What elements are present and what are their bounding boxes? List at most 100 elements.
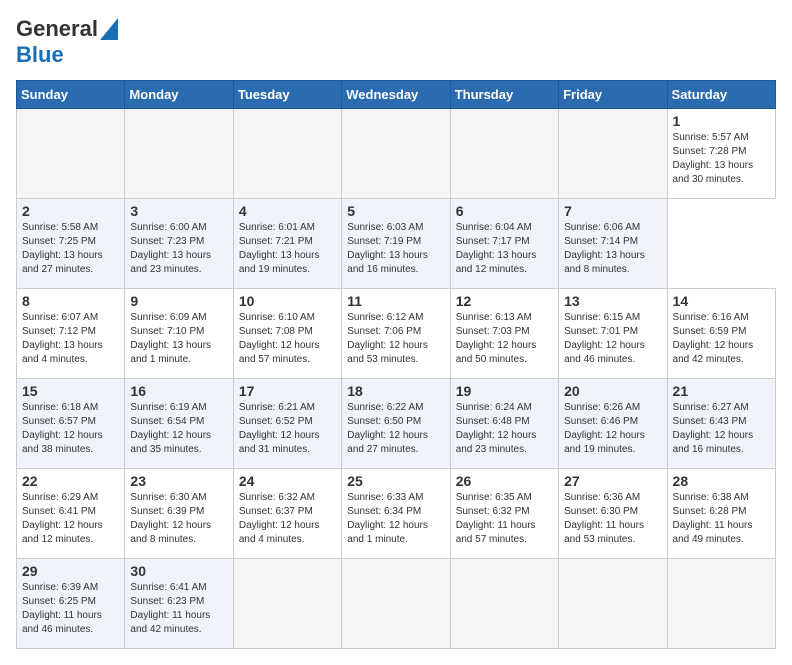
day-cell-21: 21Sunrise: 6:27 AMSunset: 6:43 PMDayligh…: [667, 379, 775, 469]
day-cell-3: 3 Sunrise: 6:00 AMSunset: 7:23 PMDaylight…: [125, 199, 233, 289]
calendar-week-1: 1 Sunrise: 5:57 AMSunset: 7:28 PMDaylight…: [17, 109, 776, 199]
day-info: Sunrise: 6:00 AMSunset: 7:23 PMDaylight:…: [130, 221, 227, 277]
header-friday: Friday: [559, 81, 667, 109]
empty-cell: [667, 559, 775, 649]
header-sunday: Sunday: [17, 81, 125, 109]
day-number: 12: [456, 293, 553, 309]
day-info: Sunrise: 6:18 AMSunset: 6:57 PMDaylight:…: [22, 401, 119, 457]
day-number: 14: [673, 293, 770, 309]
header-monday: Monday: [125, 81, 233, 109]
day-info: Sunrise: 6:35 AMSunset: 6:32 PMDaylight:…: [456, 491, 553, 547]
day-info: Sunrise: 5:57 AMSunset: 7:28 PMDaylight:…: [673, 131, 770, 187]
empty-cell: [559, 109, 667, 199]
day-number: 2: [22, 203, 119, 219]
empty-cell: [342, 109, 450, 199]
day-number: 27: [564, 473, 661, 489]
empty-cell: [559, 559, 667, 649]
day-number: 1: [673, 113, 770, 129]
day-number: 18: [347, 383, 444, 399]
empty-cell: [17, 109, 125, 199]
day-info: Sunrise: 6:03 AMSunset: 7:19 PMDaylight:…: [347, 221, 444, 277]
day-cell-25: 25 Sunrise: 6:33 AMSunset: 6:34 PMDayligh…: [342, 469, 450, 559]
calendar-week-3: 8Sunrise: 6:07 AMSunset: 7:12 PMDaylight…: [17, 289, 776, 379]
day-number: 13: [564, 293, 661, 309]
empty-cell: [450, 559, 558, 649]
day-number: 10: [239, 293, 336, 309]
calendar-table: SundayMondayTuesdayWednesdayThursdayFrid…: [16, 80, 776, 649]
day-info: Sunrise: 6:22 AMSunset: 6:50 PMDaylight:…: [347, 401, 444, 457]
day-info: Sunrise: 6:09 AMSunset: 7:10 PMDaylight:…: [130, 311, 227, 367]
day-cell-6: 6Sunrise: 6:04 AMSunset: 7:17 PMDaylight…: [450, 199, 558, 289]
day-number: 24: [239, 473, 336, 489]
logo-triangle-icon: [100, 18, 118, 40]
empty-cell: [233, 559, 341, 649]
day-info: Sunrise: 6:32 AMSunset: 6:37 PMDaylight:…: [239, 491, 336, 547]
day-cell-27: 27Sunrise: 6:36 AMSunset: 6:30 PMDayligh…: [559, 469, 667, 559]
day-info: Sunrise: 6:15 AMSunset: 7:01 PMDaylight:…: [564, 311, 661, 367]
day-cell-9: 9Sunrise: 6:09 AMSunset: 7:10 PMDaylight…: [125, 289, 233, 379]
day-info: Sunrise: 6:01 AMSunset: 7:21 PMDaylight:…: [239, 221, 336, 277]
day-cell-7: 7Sunrise: 6:06 AMSunset: 7:14 PMDaylight…: [559, 199, 667, 289]
day-info: Sunrise: 6:13 AMSunset: 7:03 PMDaylight:…: [456, 311, 553, 367]
day-info: Sunrise: 6:16 AMSunset: 6:59 PMDaylight:…: [673, 311, 770, 367]
header-saturday: Saturday: [667, 81, 775, 109]
calendar-week-2: 2 Sunrise: 5:58 AMSunset: 7:25 PMDaylight…: [17, 199, 776, 289]
day-cell-5: 5 Sunrise: 6:03 AMSunset: 7:19 PMDaylight…: [342, 199, 450, 289]
day-info: Sunrise: 6:19 AMSunset: 6:54 PMDaylight:…: [130, 401, 227, 457]
logo-blue: Blue: [16, 42, 64, 68]
day-number: 25: [347, 473, 444, 489]
day-info: Sunrise: 6:29 AMSunset: 6:41 PMDaylight:…: [22, 491, 119, 547]
day-number: 17: [239, 383, 336, 399]
day-info: Sunrise: 6:10 AMSunset: 7:08 PMDaylight:…: [239, 311, 336, 367]
day-number: 22: [22, 473, 119, 489]
day-cell-28: 28Sunrise: 6:38 AMSunset: 6:28 PMDayligh…: [667, 469, 775, 559]
header-wednesday: Wednesday: [342, 81, 450, 109]
day-info: Sunrise: 6:41 AMSunset: 6:23 PMDaylight:…: [130, 581, 227, 637]
day-cell-1: 1 Sunrise: 5:57 AMSunset: 7:28 PMDaylight…: [667, 109, 775, 199]
header-thursday: Thursday: [450, 81, 558, 109]
day-number: 26: [456, 473, 553, 489]
day-cell-14: 14 Sunrise: 6:16 AMSunset: 6:59 PMDayligh…: [667, 289, 775, 379]
day-cell-29: 29 Sunrise: 6:39 AMSunset: 6:25 PMDayligh…: [17, 559, 125, 649]
header-tuesday: Tuesday: [233, 81, 341, 109]
empty-cell: [125, 109, 233, 199]
day-info: Sunrise: 6:39 AMSunset: 6:25 PMDaylight:…: [22, 581, 119, 637]
day-info: Sunrise: 6:33 AMSunset: 6:34 PMDaylight:…: [347, 491, 444, 547]
day-number: 11: [347, 293, 444, 309]
day-info: Sunrise: 6:21 AMSunset: 6:52 PMDaylight:…: [239, 401, 336, 457]
calendar-week-5: 22 Sunrise: 6:29 AMSunset: 6:41 PMDayligh…: [17, 469, 776, 559]
day-number: 8: [22, 293, 119, 309]
day-number: 30: [130, 563, 227, 579]
day-cell-13: 13 Sunrise: 6:15 AMSunset: 7:01 PMDayligh…: [559, 289, 667, 379]
day-cell-17: 17 Sunrise: 6:21 AMSunset: 6:52 PMDayligh…: [233, 379, 341, 469]
day-number: 29: [22, 563, 119, 579]
logo-general: General: [16, 16, 98, 42]
day-info: Sunrise: 6:26 AMSunset: 6:46 PMDaylight:…: [564, 401, 661, 457]
day-number: 4: [239, 203, 336, 219]
day-cell-26: 26 Sunrise: 6:35 AMSunset: 6:32 PMDayligh…: [450, 469, 558, 559]
day-cell-4: 4 Sunrise: 6:01 AMSunset: 7:21 PMDaylight…: [233, 199, 341, 289]
day-info: Sunrise: 6:12 AMSunset: 7:06 PMDaylight:…: [347, 311, 444, 367]
day-cell-22: 22 Sunrise: 6:29 AMSunset: 6:41 PMDayligh…: [17, 469, 125, 559]
page-header: General Blue: [16, 16, 776, 68]
calendar-week-4: 15Sunrise: 6:18 AMSunset: 6:57 PMDayligh…: [17, 379, 776, 469]
day-info: Sunrise: 5:58 AMSunset: 7:25 PMDaylight:…: [22, 221, 119, 277]
day-number: 28: [673, 473, 770, 489]
day-cell-11: 11 Sunrise: 6:12 AMSunset: 7:06 PMDayligh…: [342, 289, 450, 379]
day-cell-30: 30 Sunrise: 6:41 AMSunset: 6:23 PMDayligh…: [125, 559, 233, 649]
day-cell-15: 15Sunrise: 6:18 AMSunset: 6:57 PMDayligh…: [17, 379, 125, 469]
day-cell-12: 12 Sunrise: 6:13 AMSunset: 7:03 PMDayligh…: [450, 289, 558, 379]
calendar-week-6: 29 Sunrise: 6:39 AMSunset: 6:25 PMDayligh…: [17, 559, 776, 649]
day-cell-19: 19Sunrise: 6:24 AMSunset: 6:48 PMDayligh…: [450, 379, 558, 469]
day-cell-24: 24 Sunrise: 6:32 AMSunset: 6:37 PMDayligh…: [233, 469, 341, 559]
day-number: 3: [130, 203, 227, 219]
day-cell-10: 10 Sunrise: 6:10 AMSunset: 7:08 PMDayligh…: [233, 289, 341, 379]
day-info: Sunrise: 6:04 AMSunset: 7:17 PMDaylight:…: [456, 221, 553, 277]
logo: General Blue: [16, 16, 118, 68]
calendar-header-row: SundayMondayTuesdayWednesdayThursdayFrid…: [17, 81, 776, 109]
day-cell-23: 23Sunrise: 6:30 AMSunset: 6:39 PMDayligh…: [125, 469, 233, 559]
day-number: 5: [347, 203, 444, 219]
day-info: Sunrise: 6:06 AMSunset: 7:14 PMDaylight:…: [564, 221, 661, 277]
empty-cell: [233, 109, 341, 199]
day-info: Sunrise: 6:30 AMSunset: 6:39 PMDaylight:…: [130, 491, 227, 547]
